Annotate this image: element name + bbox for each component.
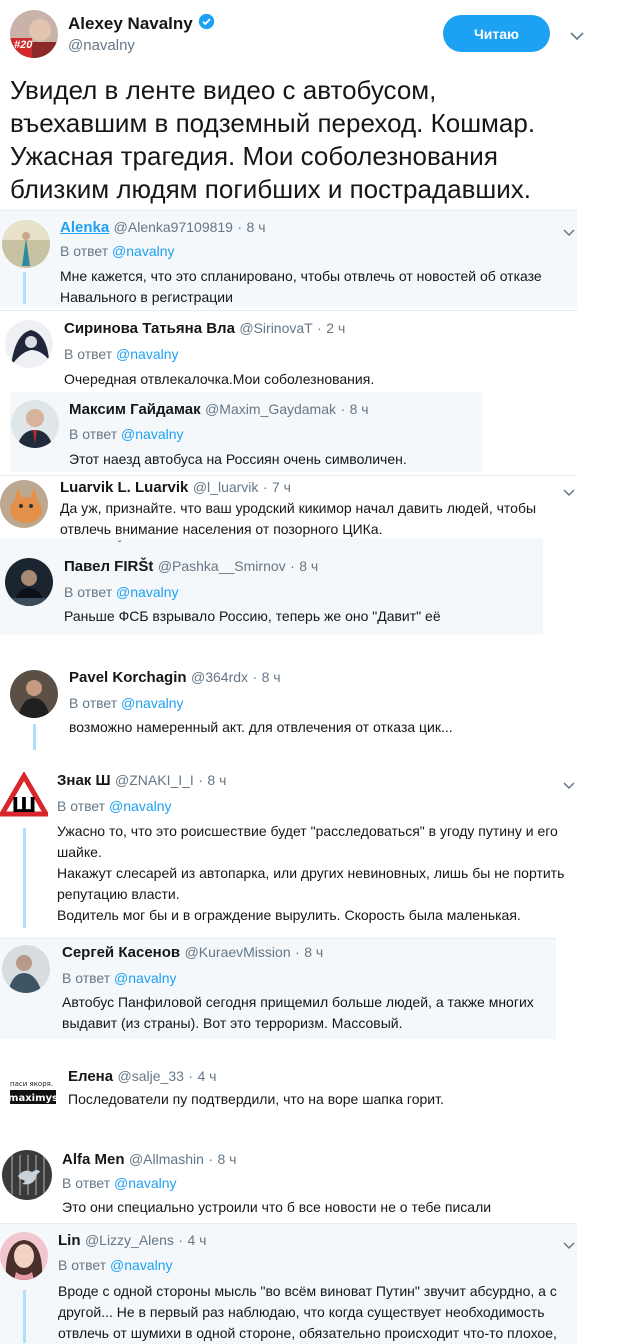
reply-context: В ответ @navalny <box>60 243 175 259</box>
user-name[interactable]: Максим Гайдамак <box>69 401 201 418</box>
author-avatar[interactable]: #20 <box>10 10 58 58</box>
verified-icon <box>198 13 215 35</box>
user-handle[interactable]: @salje_33 <box>118 1068 184 1084</box>
user-avatar[interactable] <box>2 945 50 993</box>
mention-link[interactable]: @navalny <box>112 243 174 259</box>
timestamp[interactable]: 7 ч <box>272 479 291 495</box>
user-handle[interactable]: @KuraevMission <box>185 944 291 960</box>
timestamp[interactable]: 8 ч <box>262 669 281 685</box>
reply-text: Мне кажется, что это спланировано, чтобы… <box>60 268 542 305</box>
chevron-down-icon[interactable] <box>563 224 575 237</box>
mention-link[interactable]: @navalny <box>116 346 178 362</box>
follow-button[interactable]: Читаю <box>443 15 550 52</box>
reply-context: В ответ @navalny <box>62 1175 177 1191</box>
user-avatar[interactable]: Ш <box>0 772 48 824</box>
user-avatar[interactable] <box>0 1232 48 1280</box>
user-handle[interactable]: @l_luarvik <box>193 479 259 495</box>
mention-link[interactable]: @navalny <box>114 970 176 986</box>
avatar-caption: maximys <box>8 1093 58 1104</box>
user-handle[interactable]: @Pashka__Smirnov <box>158 558 286 574</box>
mention-link[interactable]: @navalny <box>109 798 171 814</box>
reply-text: Раньше ФСБ взрывало Россию, теперь же он… <box>64 608 441 624</box>
user-name[interactable]: Павел FIRŠt <box>64 558 153 575</box>
reply-text: Последователи пу подтвердили, что на вор… <box>68 1091 444 1107</box>
thread-line <box>23 272 26 304</box>
reply-context: В ответ @navalny <box>64 346 179 362</box>
reply-text: Вроде с одной стороны мысль "во всём вин… <box>58 1283 557 1341</box>
user-handle[interactable]: @ZNAKI_I_I <box>115 772 194 788</box>
user-avatar[interactable] <box>10 670 58 718</box>
user-avatar[interactable]: паси якоря. maximys <box>8 1066 58 1116</box>
reply-context: В ответ @navalny <box>58 1257 173 1273</box>
user-name[interactable]: Luarvik L. Luarvik <box>60 479 188 496</box>
reply-text: Автобус Панфиловой сегодня прищемил боль… <box>62 994 534 1031</box>
author-handle[interactable]: @navalny <box>68 37 135 54</box>
timestamp[interactable]: 8 ч <box>299 558 318 574</box>
divider <box>0 475 577 476</box>
user-handle[interactable]: @SirinovaT <box>239 320 312 336</box>
user-name[interactable]: Pavel Korchagin <box>69 669 187 686</box>
reply-text: Да уж, признайте. что ваш уродский киким… <box>60 500 537 537</box>
timestamp[interactable]: 4 ч <box>198 1068 217 1084</box>
reply-context: В ответ @navalny <box>57 798 172 814</box>
reply-context: В ответ @navalny <box>62 970 177 986</box>
timestamp[interactable]: 4 ч <box>187 1232 206 1248</box>
timestamp[interactable]: 8 ч <box>304 944 323 960</box>
chevron-down-icon[interactable] <box>563 1237 575 1250</box>
timestamp[interactable]: 8 ч <box>217 1151 236 1167</box>
follow-button-label: Читаю <box>473 25 520 42</box>
reply-text: Очередная отвлекалочка.Мои соболезновани… <box>64 371 375 387</box>
reply-text: Ужасно то, что это роисшествие будет "ра… <box>57 823 565 923</box>
reply-text: Это они специально устроили что б все но… <box>62 1199 492 1215</box>
mention-link[interactable]: @navalny <box>114 1175 176 1191</box>
user-name[interactable]: Alenka <box>60 219 109 236</box>
user-avatar[interactable] <box>5 558 53 606</box>
chevron-down-icon[interactable] <box>563 484 575 497</box>
user-name[interactable]: Alfa Men <box>62 1151 125 1168</box>
svg-text:Ш: Ш <box>12 793 37 817</box>
mention-link[interactable]: @navalny <box>121 426 183 442</box>
user-handle[interactable]: @Alenka97109819 <box>114 219 233 235</box>
reply-text: Этот наезд автобуса на Россиян очень сим… <box>69 451 407 467</box>
chevron-down-icon[interactable] <box>563 777 575 790</box>
user-handle[interactable]: @364rdx <box>191 669 248 685</box>
avatar-badge: #20 <box>14 39 33 51</box>
timestamp[interactable]: 8 ч <box>247 219 266 235</box>
timestamp[interactable]: 8 ч <box>350 401 369 417</box>
timestamp[interactable]: 8 ч <box>207 772 226 788</box>
user-avatar[interactable] <box>2 1150 52 1200</box>
avatar-caption: паси якоря. <box>10 1080 53 1088</box>
thread-line <box>33 724 36 750</box>
chevron-down-icon[interactable] <box>570 28 584 46</box>
user-name[interactable]: Сергей Касенов <box>62 944 180 961</box>
timestamp[interactable]: 2 ч <box>326 320 345 336</box>
user-avatar[interactable] <box>2 220 50 268</box>
thread-line <box>23 1290 26 1343</box>
reply-context: В ответ @navalny <box>69 426 184 442</box>
user-handle[interactable]: @Maxim_Gaydamak <box>205 401 336 417</box>
user-name[interactable]: Елена <box>68 1068 113 1085</box>
author-name[interactable]: Alexey Navalny <box>68 14 193 34</box>
reply-context: В ответ @navalny <box>64 584 179 600</box>
user-avatar[interactable] <box>5 320 53 368</box>
reply-text: возможно намеренный акт. для отвлечения … <box>69 719 453 735</box>
user-handle[interactable]: @Lizzy_Alens <box>85 1232 174 1248</box>
caret-icon: ˇ <box>118 540 122 551</box>
mention-link[interactable]: @navalny <box>121 695 183 711</box>
mention-link[interactable]: @navalny <box>110 1257 172 1273</box>
user-name[interactable]: Знак Ш <box>57 772 111 789</box>
user-name[interactable]: Сиринова Татьяна Вла <box>64 320 235 337</box>
user-handle[interactable]: @Allmashin <box>129 1151 204 1167</box>
divider <box>0 310 577 311</box>
user-name[interactable]: Lin <box>58 1232 81 1249</box>
thread-line <box>23 828 26 928</box>
user-avatar[interactable] <box>11 400 59 448</box>
reply-context: В ответ @navalny <box>69 695 184 711</box>
user-avatar[interactable] <box>0 480 48 528</box>
mention-link[interactable]: @navalny <box>116 584 178 600</box>
tweet-text: Увидел в ленте видео с автобусом, въехав… <box>10 75 536 204</box>
